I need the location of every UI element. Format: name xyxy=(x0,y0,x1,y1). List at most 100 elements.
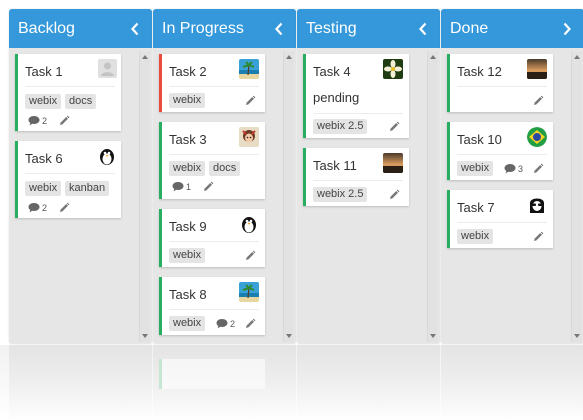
divider xyxy=(169,309,259,310)
task-card[interactable]: Task 9 webix xyxy=(159,209,265,267)
task-status: pending xyxy=(313,90,360,105)
tag: kanban xyxy=(65,181,110,196)
sunglasses-avatar-icon xyxy=(527,195,547,215)
penguin-avatar-icon xyxy=(239,214,259,234)
comments-count[interactable]: 3 xyxy=(504,163,523,174)
chevron-left-icon[interactable] xyxy=(124,9,146,48)
tag: docs xyxy=(209,161,241,176)
task-name: Task 11 xyxy=(313,158,357,173)
task-card[interactable]: Task 3 webix docs 1 xyxy=(159,122,265,199)
comments-count[interactable]: 2 xyxy=(28,115,47,126)
scrollbar[interactable] xyxy=(283,51,294,342)
divider xyxy=(25,173,115,174)
chevron-left-icon[interactable] xyxy=(412,9,434,48)
task-name: Task 8 xyxy=(169,287,207,302)
column-testing: Testing Task 4 pending webix 2.5 Task 11 xyxy=(297,9,440,344)
tag: webix xyxy=(457,161,494,176)
task-name: Task 3 xyxy=(169,132,207,147)
pencil-icon[interactable] xyxy=(202,181,214,193)
board-reflection xyxy=(0,345,583,420)
pencil-icon[interactable] xyxy=(244,95,256,107)
task-name: Task 6 xyxy=(25,151,63,166)
comment-icon xyxy=(28,115,40,126)
divider xyxy=(25,86,115,87)
scrollbar[interactable] xyxy=(571,51,582,342)
kanban-board: Backlog Task 1 webix docs 2 Task 6 webix… xyxy=(0,0,583,345)
divider xyxy=(169,154,259,155)
sunset-avatar-icon xyxy=(383,153,403,173)
divider xyxy=(313,180,403,181)
pencil-icon[interactable] xyxy=(388,121,400,133)
default-user-avatar-icon xyxy=(98,59,117,78)
task-card[interactable]: Task 12 xyxy=(447,54,553,112)
task-name: Task 12 xyxy=(457,64,502,79)
column-header: In Progress xyxy=(153,9,296,48)
pencil-icon[interactable] xyxy=(58,202,70,214)
flower-avatar-icon xyxy=(383,59,403,79)
tag: webix xyxy=(25,181,62,196)
tag: webix xyxy=(25,94,62,109)
task-card[interactable]: Task 11 webix 2.5 xyxy=(303,148,409,206)
pencil-icon[interactable] xyxy=(532,95,544,107)
column-in-progress: In Progress Task 2 webix Task 3 webix do… xyxy=(153,9,296,344)
pencil-icon[interactable] xyxy=(244,318,256,330)
comments-count[interactable]: 2 xyxy=(216,318,235,329)
comment-icon xyxy=(28,202,40,213)
task-card[interactable]: Task 2 webix xyxy=(159,54,265,112)
task-name: Task 7 xyxy=(457,200,495,215)
comments-count[interactable]: 1 xyxy=(172,181,191,192)
pencil-icon[interactable] xyxy=(388,189,400,201)
tag: webix xyxy=(169,161,206,176)
reflection-column xyxy=(153,345,296,420)
column-body: Task 4 pending webix 2.5 Task 11 webix 2… xyxy=(297,48,440,344)
task-name: Task 4 xyxy=(313,64,351,79)
reflection-card xyxy=(159,359,265,389)
pencil-icon[interactable] xyxy=(58,115,70,127)
task-name: Task 10 xyxy=(457,132,502,147)
comment-icon xyxy=(216,318,228,329)
pencil-icon[interactable] xyxy=(244,250,256,262)
scrollbar[interactable] xyxy=(139,51,150,342)
comment-icon xyxy=(172,181,184,192)
task-name: Task 9 xyxy=(169,219,207,234)
task-card[interactable]: Task 7 webix xyxy=(447,190,553,248)
divider xyxy=(169,241,259,242)
divider xyxy=(313,113,403,114)
column-header: Backlog xyxy=(9,9,152,48)
task-card[interactable]: Task 1 webix docs 2 xyxy=(15,54,121,131)
pencil-icon[interactable] xyxy=(532,231,544,243)
doll-avatar-icon xyxy=(239,127,259,147)
task-card[interactable]: Task 8 webix 2 xyxy=(159,277,265,335)
reflection-column xyxy=(9,345,152,420)
tag: docs xyxy=(65,94,97,109)
tag: webix xyxy=(169,316,206,331)
comment-icon xyxy=(504,163,516,174)
column-body: Task 1 webix docs 2 Task 6 webix kanban … xyxy=(9,48,152,344)
chevron-left-icon[interactable] xyxy=(268,9,290,48)
chevron-right-icon[interactable] xyxy=(556,9,578,48)
task-card[interactable]: Task 10 webix 3 xyxy=(447,122,553,180)
penguin-avatar-icon xyxy=(97,146,117,166)
column-body: Task 12 Task 10 webix 3 Task 7 webix xyxy=(441,48,583,344)
column-header: Testing xyxy=(297,9,440,48)
divider xyxy=(457,86,547,87)
tag: webix xyxy=(169,93,206,108)
task-name: Task 2 xyxy=(169,64,207,79)
tag: webix xyxy=(457,229,494,244)
divider xyxy=(457,154,547,155)
divider xyxy=(169,86,259,87)
divider xyxy=(457,222,547,223)
pencil-icon[interactable] xyxy=(532,163,544,175)
task-card[interactable]: Task 4 pending webix 2.5 xyxy=(303,54,409,138)
palm-beach-avatar-icon xyxy=(239,282,259,302)
task-name: Task 1 xyxy=(25,64,63,79)
column-title: In Progress xyxy=(162,19,244,37)
column-title: Done xyxy=(450,19,489,37)
column-title: Backlog xyxy=(18,19,75,37)
comments-count[interactable]: 2 xyxy=(28,202,47,213)
scrollbar[interactable] xyxy=(427,51,438,342)
task-card[interactable]: Task 6 webix kanban 2 xyxy=(15,141,121,218)
tag: webix xyxy=(169,248,206,263)
column-body: Task 2 webix Task 3 webix docs 1 Task 9 … xyxy=(153,48,296,344)
column-header: Done xyxy=(441,9,583,48)
